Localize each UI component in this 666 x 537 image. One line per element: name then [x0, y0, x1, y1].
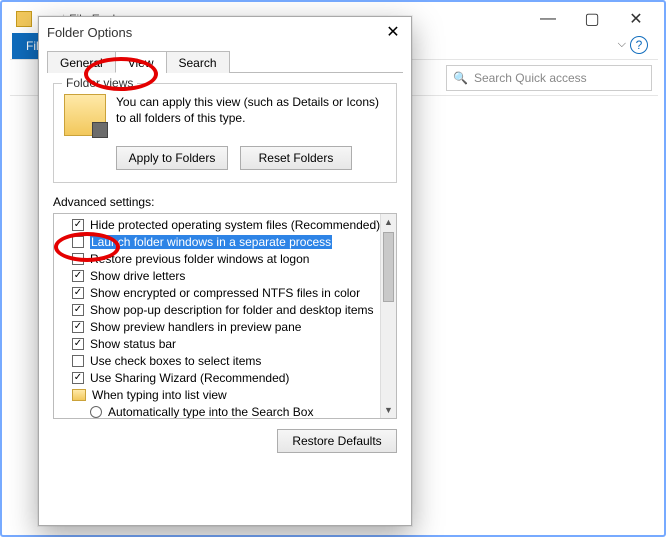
tab-general[interactable]: General	[47, 51, 116, 73]
minimize-button[interactable]: —	[526, 6, 570, 32]
reset-folders-button[interactable]: Reset Folders	[240, 146, 352, 170]
option-show-popup-description[interactable]: Show pop-up description for folder and d…	[58, 301, 378, 318]
option-launch-separate-process[interactable]: Launch folder windows in a separate proc…	[58, 233, 378, 250]
checkbox-icon[interactable]	[72, 338, 84, 350]
advanced-settings-list[interactable]: Hide protected operating system files (R…	[53, 213, 397, 419]
tab-view[interactable]: View	[115, 51, 167, 73]
group-legend: Folder views	[62, 76, 137, 90]
checkbox-icon[interactable]	[72, 270, 84, 282]
search-icon: 🔍	[453, 71, 468, 85]
checkbox-icon[interactable]	[72, 304, 84, 316]
dialog-tabs: General View Search	[47, 49, 403, 73]
search-placeholder: Search Quick access	[474, 71, 587, 85]
option-use-sharing-wizard[interactable]: Use Sharing Wizard (Recommended)	[58, 369, 378, 386]
checkbox-icon[interactable]	[72, 236, 84, 248]
option-show-preview-handlers[interactable]: Show preview handlers in preview pane	[58, 318, 378, 335]
checkbox-icon[interactable]	[72, 287, 84, 299]
restore-defaults-button[interactable]: Restore Defaults	[277, 429, 397, 453]
scroll-thumb[interactable]	[383, 232, 394, 302]
checkbox-icon[interactable]	[72, 219, 84, 231]
ribbon-chevron-icon[interactable]: ⌵	[618, 38, 626, 51]
option-hide-protected-os-files[interactable]: Hide protected operating system files (R…	[58, 216, 378, 233]
checkbox-icon[interactable]	[72, 372, 84, 384]
folder-views-group: Folder views You can apply this view (su…	[53, 83, 397, 183]
search-input[interactable]: 🔍 Search Quick access	[446, 65, 652, 91]
scroll-down-icon[interactable]: ▼	[381, 402, 396, 418]
checkbox-icon[interactable]	[72, 321, 84, 333]
close-button[interactable]: ✕	[614, 6, 658, 32]
maximize-button[interactable]: ▢	[570, 6, 614, 32]
apply-to-folders-button[interactable]: Apply to Folders	[116, 146, 228, 170]
folder-options-dialog: Folder Options ✕ General View Search Fol…	[38, 16, 412, 526]
advanced-settings-label: Advanced settings:	[53, 195, 397, 209]
option-show-encrypted-color[interactable]: Show encrypted or compressed NTFS files …	[58, 284, 378, 301]
checkbox-icon[interactable]	[72, 355, 84, 367]
scroll-up-icon[interactable]: ▲	[381, 214, 396, 230]
view-pane: Folder views You can apply this view (su…	[39, 73, 411, 463]
option-show-status-bar[interactable]: Show status bar	[58, 335, 378, 352]
option-group-typing-list-view[interactable]: When typing into list view	[58, 386, 378, 403]
checkbox-icon[interactable]	[72, 253, 84, 265]
option-restore-previous-windows[interactable]: Restore previous folder windows at logon	[58, 250, 378, 267]
folder-icon	[72, 389, 86, 401]
folder-views-text: You can apply this view (such as Details…	[116, 94, 386, 136]
scrollbar[interactable]: ▲ ▼	[380, 214, 396, 418]
dialog-title[interactable]: Folder Options	[39, 17, 411, 47]
dialog-close-button[interactable]: ✕	[381, 21, 405, 43]
option-use-check-boxes[interactable]: Use check boxes to select items	[58, 352, 378, 369]
help-button[interactable]: ?	[630, 36, 648, 54]
folder-icon	[16, 11, 32, 27]
option-show-drive-letters[interactable]: Show drive letters	[58, 267, 378, 284]
radio-icon[interactable]	[90, 406, 102, 418]
tab-search[interactable]: Search	[166, 51, 230, 73]
folder-settings-icon	[64, 94, 106, 136]
option-auto-type-search[interactable]: Automatically type into the Search Box	[58, 403, 378, 419]
